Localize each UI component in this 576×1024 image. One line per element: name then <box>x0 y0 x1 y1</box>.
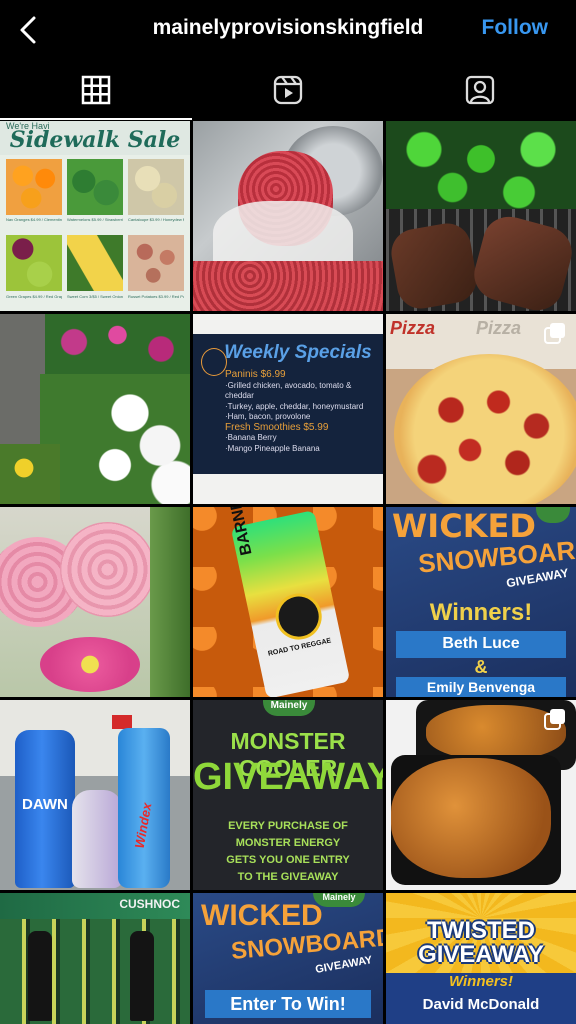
profile-header: mainelyprovisionskingfield Follow <box>0 0 576 60</box>
specials-line: Fresh Smoothies $5.99 <box>225 421 329 433</box>
post-beer-cooler[interactable]: CUSHNOC <box>0 893 190 1024</box>
specials-line: ·Ham, bacon, provolone <box>225 412 311 421</box>
sale-item-caption: Russet Potatoes $3.99 / Red Potatoes $3.… <box>128 294 184 299</box>
mainely-brand-text: Mainely <box>270 700 308 711</box>
post-twisted-giveaway[interactable]: TWISTED GIVEAWAY Winners! David McDonald <box>386 893 576 1024</box>
twisted-title-text: GIVEAWAY <box>418 941 544 968</box>
specials-lines: Paninis $6.99 ·Grilled chicken, avocado,… <box>225 369 377 454</box>
pizza-box-text: Pizza <box>476 318 522 338</box>
sale-title-text: Sidewalk Sale <box>9 127 181 153</box>
post-pink-roses[interactable] <box>0 507 190 697</box>
winners-heading-text: Winners! <box>429 599 533 626</box>
specials-line: ·Grilled chicken, avocado, tomato & ched… <box>225 380 352 401</box>
profile-tabs <box>0 60 576 120</box>
monster-body-line: TO THE GIVEAWAY <box>237 871 339 883</box>
snowboard-title-text: WICKED <box>201 899 323 932</box>
winner-name-text: David McDonald <box>422 996 540 1013</box>
multiple-posts-icon <box>544 709 565 730</box>
winner-name-text: Beth Luce <box>442 635 520 652</box>
post-pepperoni-pizza[interactable]: Pizza Pizza <box>386 314 576 504</box>
tab-reels[interactable] <box>192 60 384 120</box>
cooler-sign-text: CUSHNOC <box>119 897 180 911</box>
specials-line: ·Mango Pineapple Banana <box>225 443 320 453</box>
follow-button[interactable]: Follow <box>482 16 549 40</box>
specials-line: Paninis $6.99 <box>225 369 286 380</box>
post-cleaning-supplies[interactable]: DAWN Windex <box>0 700 190 890</box>
monster-body-line: GETS YOU ONE ENTRY <box>226 854 350 866</box>
monster-body-line: MONSTER ENERGY <box>235 837 341 849</box>
multiple-posts-icon <box>544 323 565 344</box>
monster-body: EVERY PURCHASE OF MONSTER ENERGY GETS YO… <box>193 818 383 886</box>
sale-item-caption: Cantaloupe $3.99 / Honeydew $4.99 <box>128 217 184 222</box>
post-snowboard-enter[interactable]: Mainely WICKED SNOWBOARD GIVEAWAY Enter … <box>193 893 383 1024</box>
tagged-user-icon <box>465 75 495 105</box>
post-flower-baskets[interactable] <box>0 314 190 504</box>
posts-grid: We're Havi Sidewalk Sale Nav Oranges $4.… <box>0 121 576 1024</box>
post-grilled-steak[interactable] <box>386 121 576 311</box>
monster-title-text: GIVEAWAY <box>193 756 383 798</box>
specials-line: ·Banana Berry <box>225 433 277 442</box>
specials-line: ·Turkey, apple, cheddar, honeymustard <box>225 401 364 411</box>
tab-tagged[interactable] <box>384 60 576 120</box>
sale-item-caption: Sweet Corn 3/$5 / Sweet Onions $3.99 <box>67 294 123 299</box>
sale-item-caption: Nav Oranges $4.99 / Clementines $3.99 <box>6 217 62 222</box>
sale-item-caption: Green Grapes $4.99 / Red Grapes $4.99 <box>6 294 62 299</box>
post-monster-cooler-giveaway[interactable]: Mainely MONSTER COOLER GIVEAWAY EVERY PU… <box>193 700 383 890</box>
specials-title-text: Weekly Specials <box>224 342 372 363</box>
monster-body-line: EVERY PURCHASE OF <box>228 820 348 832</box>
winners-heading-text: Winners! <box>448 973 514 990</box>
tab-grid[interactable] <box>0 60 192 120</box>
post-beer-can[interactable]: BARNEY ROAD TO REGGAE <box>193 507 383 697</box>
pizza-box-text: Pizza <box>390 318 436 338</box>
enter-to-win-text: Enter To Win! <box>230 994 346 1014</box>
winner-name-text: Emily Benvenga <box>426 679 536 695</box>
post-sidewalk-sale[interactable]: We're Havi Sidewalk Sale Nav Oranges $4.… <box>0 121 190 311</box>
sale-item-caption: Watermelons $5.99 / Strawberries $3.99 <box>67 217 123 222</box>
post-snowboard-winners[interactable]: WICKED SNOWBOARD GIVEAWAY Winners! Beth … <box>386 507 576 697</box>
post-ground-meat[interactable] <box>193 121 383 311</box>
post-weekly-specials[interactable]: Weekly Specials Paninis $6.99 ·Grilled c… <box>193 314 383 504</box>
grid-icon <box>81 75 111 105</box>
post-rotisserie-chicken[interactable] <box>386 700 576 890</box>
winner-separator-text: & <box>474 657 488 677</box>
dawn-brand-text: DAWN <box>22 796 68 813</box>
reels-icon <box>273 75 303 105</box>
